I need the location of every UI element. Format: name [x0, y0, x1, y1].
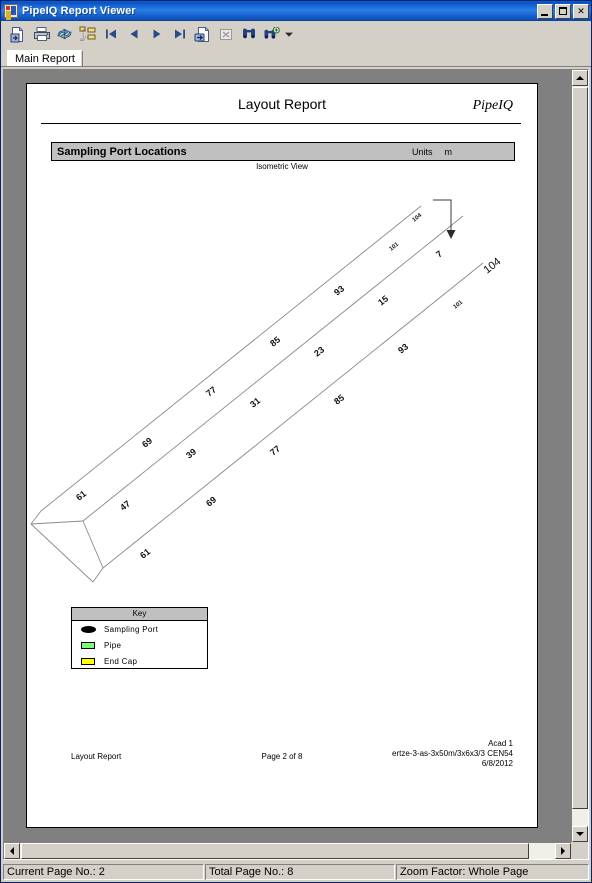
window-controls: ✕	[537, 3, 589, 19]
svg-text:31: 31	[248, 396, 262, 410]
search-text-icon[interactable]	[237, 23, 260, 45]
page-title: Layout Report	[238, 96, 326, 112]
svg-text:77: 77	[268, 444, 282, 458]
chevron-down-icon[interactable]	[283, 23, 294, 45]
toggle-group-tree-icon[interactable]	[76, 23, 99, 45]
go-to-page-icon[interactable]	[191, 23, 214, 45]
export-report-icon[interactable]	[7, 23, 30, 45]
vertical-scrollbar-thumb[interactable]	[572, 87, 588, 809]
svg-text:39: 39	[184, 447, 198, 461]
svg-text:15: 15	[376, 294, 390, 308]
maximize-button[interactable]	[555, 3, 571, 19]
close-icon: ✕	[577, 5, 585, 16]
report-page: Layout Report PipeIQ Sampling Port Locat…	[26, 83, 538, 828]
report-viewport: Layout Report PipeIQ Sampling Port Locat…	[3, 69, 589, 860]
isometric-diagram: 61 69 77 85 93 101 104 47 39 31 23 15 7 …	[27, 176, 539, 596]
scrollbar-corner	[571, 842, 588, 859]
svg-text:85: 85	[332, 393, 346, 407]
scroll-right-button[interactable]	[555, 843, 571, 859]
close-button[interactable]: ✕	[573, 3, 589, 19]
arrow-left-icon	[10, 847, 14, 855]
horizontal-scrollbar-thumb[interactable]	[21, 843, 529, 859]
svg-text:101: 101	[453, 299, 465, 310]
zoom-icon[interactable]	[260, 23, 283, 45]
arrow-down-icon	[576, 832, 584, 836]
legend-key-box: Key Sampling Port Pipe End Cap	[71, 607, 208, 669]
first-page-icon[interactable]	[99, 23, 122, 45]
view-subcaption: Isometric View	[256, 162, 308, 171]
svg-text:104: 104	[412, 212, 424, 223]
end-cap-swatch	[79, 657, 97, 665]
units-value: m	[444, 146, 453, 157]
svg-text:93: 93	[396, 342, 410, 356]
legend-row-pipe: Pipe	[72, 637, 207, 653]
units-label: Units	[411, 146, 433, 157]
legend-label-pipe: Pipe	[104, 640, 122, 650]
report-toolbar	[1, 21, 591, 48]
svg-text:23: 23	[312, 345, 326, 359]
report-viewer-window: PipeIQ Report Viewer ✕ Main Report Layou…	[0, 0, 592, 883]
vertical-scrollbar[interactable]	[571, 70, 588, 842]
legend-row-sampling-port: Sampling Port	[72, 621, 207, 637]
legend-label-end-cap: End Cap	[104, 656, 138, 666]
flow-arrow	[433, 199, 456, 239]
status-zoom-factor: Zoom Factor: Whole Page	[396, 864, 589, 880]
legend-header: Key	[72, 608, 207, 621]
header-divider	[41, 123, 521, 124]
pipeiq-app-icon	[4, 4, 18, 18]
scroll-up-button[interactable]	[572, 70, 588, 86]
svg-text:77: 77	[204, 385, 218, 399]
svg-text:47: 47	[118, 499, 132, 513]
section-band: Sampling Port Locations Units m	[51, 142, 515, 161]
section-title: Sampling Port Locations	[57, 145, 187, 158]
tab-main-report[interactable]: Main Report	[7, 50, 83, 67]
scroll-down-button[interactable]	[572, 826, 588, 842]
close-current-view-icon[interactable]	[214, 23, 237, 45]
pipeiq-logo: PipeIQ	[472, 98, 513, 113]
svg-text:7: 7	[434, 249, 444, 260]
legend-row-end-cap: End Cap	[72, 653, 207, 669]
report-tabstrip: Main Report	[1, 48, 591, 67]
report-viewport-wrap: Layout Report PipeIQ Sampling Port Locat…	[1, 67, 591, 862]
status-total-page: Total Page No.: 8	[205, 864, 395, 880]
arrow-up-icon	[576, 76, 584, 80]
svg-text:69: 69	[204, 495, 218, 509]
svg-text:69: 69	[140, 436, 154, 450]
window-title: PipeIQ Report Viewer	[22, 5, 136, 17]
svg-text:61: 61	[74, 489, 88, 503]
previous-page-icon[interactable]	[122, 23, 145, 45]
report-canvas: Layout Report PipeIQ Sampling Port Locat…	[4, 70, 571, 842]
svg-text:61: 61	[138, 547, 152, 561]
refresh-icon[interactable]	[53, 23, 76, 45]
footer-date: 6/8/2012	[481, 759, 513, 768]
footer-drawing-ref: ertze-3-as-3x50m/3x6x3/3 CEN54	[392, 749, 513, 758]
horizontal-scrollbar[interactable]	[4, 842, 571, 859]
legend-label-sampling-port: Sampling Port	[104, 624, 159, 634]
print-report-icon[interactable]	[30, 23, 53, 45]
title-bar[interactable]: PipeIQ Report Viewer ✕	[1, 1, 591, 21]
svg-text:101: 101	[389, 241, 401, 252]
next-page-icon[interactable]	[145, 23, 168, 45]
footer-right: Acad 1 ertze-3-as-3x50m/3x6x3/3 CEN54 6/…	[392, 739, 513, 769]
pipe-swatch	[79, 641, 97, 649]
svg-text:104: 104	[481, 256, 503, 277]
last-page-icon[interactable]	[168, 23, 191, 45]
footer-acad: Acad 1	[488, 739, 513, 748]
svg-text:85: 85	[268, 335, 282, 349]
arrow-right-icon	[561, 847, 565, 855]
scroll-left-button[interactable]	[4, 843, 20, 859]
svg-text:93: 93	[332, 284, 346, 298]
sampling-port-swatch	[79, 625, 97, 633]
status-current-page: Current Page No.: 2	[3, 864, 204, 880]
minimize-button[interactable]	[537, 3, 553, 19]
status-bar: Current Page No.: 2 Total Page No.: 8 Zo…	[1, 862, 591, 882]
